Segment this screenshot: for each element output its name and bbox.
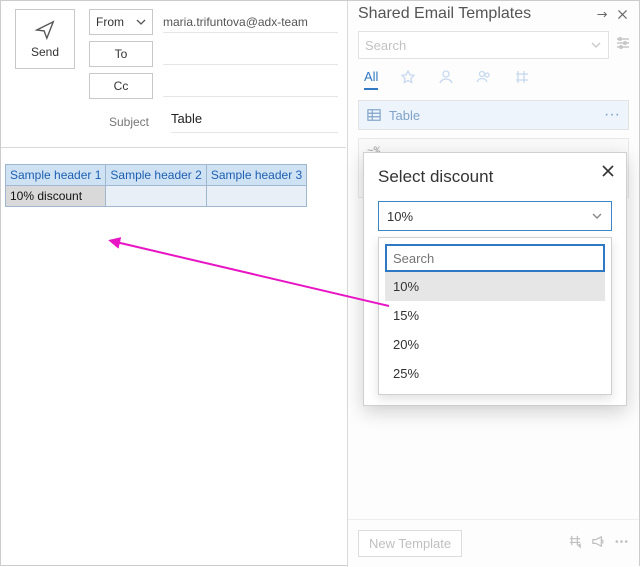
compose-area: Send From maria.trifuntova@adx-team To C… [1,1,346,567]
people-icon[interactable] [476,69,492,90]
divider [1,147,346,148]
from-label: From [96,15,124,29]
chevron-down-icon [591,210,603,222]
table-cell[interactable] [106,186,206,207]
to-value[interactable] [163,43,338,65]
chevron-down-icon [136,17,146,27]
address-fields: From maria.trifuntova@adx-team To Cc Sub… [89,9,338,133]
table-header[interactable]: Sample header 2 [106,165,206,186]
to-label: To [115,47,128,61]
dropdown-option[interactable]: 15% [385,301,605,330]
send-button[interactable]: Send [15,9,75,69]
person-icon[interactable] [438,69,454,90]
hash-action-icon[interactable] [568,534,583,554]
cc-button[interactable]: Cc [89,73,153,99]
table-icon [367,108,381,122]
new-template-button[interactable]: New Template [358,530,462,557]
cc-value[interactable] [163,75,338,97]
panel-title: Shared Email Templates [358,5,591,23]
compose-header: Send From maria.trifuntova@adx-team To C… [1,1,346,133]
pin-icon[interactable] [591,6,612,23]
dropdown-option[interactable]: 10% [385,272,605,301]
from-value[interactable]: maria.trifuntova@adx-team [163,11,338,33]
star-icon[interactable] [400,69,416,90]
panel-search-row: Search [348,25,639,63]
subject-value[interactable]: Table [171,111,338,133]
search-options-icon[interactable] [615,35,631,56]
send-label: Send [31,45,59,59]
panel-footer: New Template [348,519,639,567]
table-cell[interactable] [206,186,306,207]
close-icon[interactable] [600,163,616,184]
dialog-title: Select discount [378,167,612,187]
send-icon [34,19,56,41]
close-panel-icon[interactable] [612,6,633,23]
from-button[interactable]: From [89,9,153,35]
discount-dropdown: 10% 15% 20% 25% [378,237,612,395]
panel-header: Shared Email Templates [348,1,639,25]
table-header[interactable]: Sample header 3 [206,165,306,186]
more-icon[interactable]: ··· [604,106,620,124]
tab-all[interactable]: All [364,69,378,90]
dropdown-option[interactable]: 20% [385,330,605,359]
email-body-table[interactable]: Sample header 1 Sample header 2 Sample h… [5,164,307,207]
chevron-down-icon [590,39,602,51]
cc-label: Cc [114,79,129,93]
ellipsis-icon[interactable] [614,534,629,554]
hash-icon[interactable] [514,69,530,90]
panel-search-input[interactable]: Search [358,31,609,59]
subject-label: Subject [97,115,161,129]
table-cell[interactable]: 10% discount [6,186,106,207]
combo-value: 10% [387,209,413,224]
table-header[interactable]: Sample header 1 [6,165,106,186]
to-button[interactable]: To [89,41,153,67]
dropdown-search-input[interactable] [385,244,605,272]
select-discount-dialog: Select discount 10% 10% 15% 20% 25% [363,152,627,406]
panel-search-placeholder: Search [365,38,406,53]
announce-icon[interactable] [591,534,606,554]
template-item[interactable]: Table ··· [358,100,629,130]
discount-combo[interactable]: 10% [378,201,612,231]
filter-tabs: All [348,63,639,96]
dropdown-option[interactable]: 25% [385,359,605,388]
template-item-label: Table [389,108,420,123]
